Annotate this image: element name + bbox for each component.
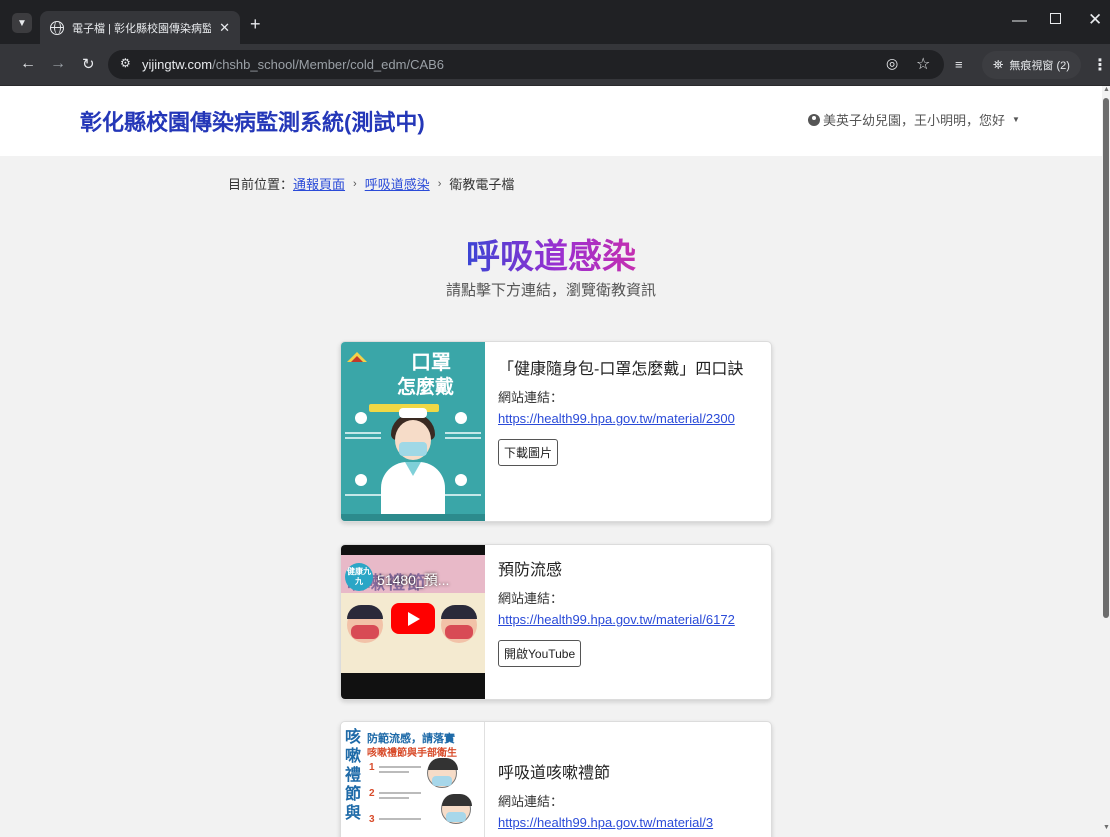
cough-etiquette-poster-image: 咳 嗽 禮 節 與 防範流感，請落實 咳嗽禮節與手部衛生 1 2 3	[341, 722, 485, 837]
globe-icon	[50, 20, 64, 35]
new-tab-icon[interactable]: +	[250, 14, 261, 35]
card-body: 預防流感 網站連結： https://health99.hpa.gov.tw/m…	[498, 561, 759, 667]
page-scrollbar[interactable]: ▲ ▼	[1102, 86, 1110, 837]
site-header: 彰化縣校園傳染病監測系統(測試中) 美英子幼兒園，王小明明，您好 ▼	[0, 86, 1102, 156]
card-link-label: 網站連結：	[498, 794, 564, 809]
chevron-right-icon: ›	[353, 177, 357, 190]
incognito-icon: ⛯	[993, 57, 1004, 72]
card-link[interactable]: https://health99.hpa.gov.tw/material/3	[498, 813, 759, 832]
health99-logo: 健康九九	[345, 563, 373, 591]
media-control-icon[interactable]: ≡	[955, 57, 963, 72]
user-menu[interactable]: 美英子幼兒園，王小明明，您好 ▼	[808, 110, 1020, 129]
reload-icon[interactable]: ↻	[82, 55, 95, 73]
window-close-icon[interactable]: ✕	[1088, 10, 1102, 30]
bookmark-star-icon[interactable]: ☆	[916, 54, 930, 74]
mask-poster-image: 口罩 怎麼戴	[341, 342, 485, 521]
user-greeting: 美英子幼兒園，王小明明，您好	[823, 113, 1006, 128]
card-link[interactable]: https://health99.hpa.gov.tw/material/617…	[498, 610, 759, 629]
site-title[interactable]: 彰化縣校園傳染病監測系統(測試中)	[80, 105, 425, 137]
card-body: 呼吸道咳嗽禮節 網站連結： https://health99.hpa.gov.t…	[498, 764, 759, 832]
poster-heading-2: 咳嗽禮節與手部衛生	[367, 748, 457, 759]
more-menu-icon[interactable]: ⋮	[1092, 55, 1108, 75]
scroll-down-icon[interactable]: ▼	[1103, 824, 1110, 831]
page-viewport: 彰化縣校園傳染病監測系統(測試中) 美英子幼兒園，王小明明，您好 ▼ 目前位置：…	[0, 86, 1102, 837]
tab-title: 電子檔 | 彰化縣校園傳染病監測	[72, 22, 212, 35]
download-image-button[interactable]: 下載圖片	[498, 439, 559, 466]
page-title: 呼吸道感染	[466, 238, 636, 276]
forward-arrow-icon[interactable]: →	[50, 55, 66, 73]
tab-close-icon[interactable]: ✕	[219, 20, 230, 36]
card-title: 呼吸道咳嗽禮節	[498, 765, 611, 782]
back-arrow-icon[interactable]: ←	[20, 55, 36, 73]
site-info-icon[interactable]: ⚙	[120, 56, 131, 70]
poster-heading-1: 口罩	[411, 352, 451, 374]
card-title: 預防流感	[498, 562, 563, 579]
breadcrumb-prefix: 目前位置：	[228, 177, 294, 192]
material-card: 口罩 怎麼戴 「健康隨身包-口罩怎麼戴」四口訣 網站連結： https://he	[340, 341, 772, 522]
video-title: 51480_預...	[377, 572, 450, 588]
breadcrumb-link-respiratory[interactable]: 呼吸道感染	[365, 174, 430, 193]
chevron-down-icon: ▼	[1012, 115, 1020, 124]
browser-toolbar: ← → ↻ ⚙ yijingtw.com/chshb_school/Member…	[0, 44, 1110, 86]
page-subtitle: 請點擊下方連結，瀏覽衛教資訊	[445, 282, 656, 299]
youtube-play-icon[interactable]	[391, 603, 435, 634]
incognito-badge[interactable]: ⛯ 無痕視窗 (2)	[982, 51, 1081, 79]
browser-tab[interactable]: 電子檔 | 彰化縣校園傳染病監測 ✕	[40, 11, 240, 44]
breadcrumb: 目前位置： 通報頁面 › 呼吸道感染 › 衛教電子檔	[228, 174, 514, 193]
breadcrumb-current: 衛教電子檔	[449, 177, 515, 192]
user-circle-icon	[808, 113, 820, 126]
minimize-icon[interactable]: —	[1012, 12, 1027, 29]
youtube-thumbnail[interactable]: 咳嗽禮節 健康九九 51480_預...	[341, 545, 485, 699]
scroll-up-icon[interactable]: ▲	[1103, 86, 1110, 93]
browser-tab-bar: ▼ 電子檔 | 彰化縣校園傳染病監測 ✕ + — ✕	[0, 0, 1110, 44]
eye-off-icon[interactable]: ◎	[886, 55, 898, 72]
scrollbar-thumb[interactable]	[1103, 98, 1109, 618]
emblem-icon	[347, 352, 367, 362]
open-youtube-button[interactable]: 開啟YouTube	[498, 640, 582, 667]
material-card: 咳嗽禮節 健康九九 51480_預... 預防流感 網站連結： https://…	[340, 544, 772, 700]
breadcrumb-link-report[interactable]: 通報頁面	[293, 174, 345, 193]
url-text[interactable]: yijingtw.com/chshb_school/Member/cold_ed…	[142, 57, 444, 72]
incognito-label: 無痕視窗 (2)	[1009, 60, 1070, 72]
card-link-label: 網站連結：	[498, 591, 564, 606]
card-title: 「健康隨身包-口罩怎麼戴」四口訣	[498, 361, 744, 378]
card-body: 「健康隨身包-口罩怎麼戴」四口訣 網站連結： https://health99.…	[498, 360, 759, 466]
maximize-icon[interactable]	[1050, 13, 1061, 24]
address-bar[interactable]: ⚙ yijingtw.com/chshb_school/Member/cold_…	[108, 50, 944, 79]
tab-search-icon[interactable]: ▼	[12, 13, 32, 33]
material-card: 咳 嗽 禮 節 與 防範流感，請落實 咳嗽禮節與手部衛生 1 2 3 呼吸道咳嗽…	[340, 721, 772, 837]
chevron-right-icon: ›	[437, 177, 442, 190]
card-link[interactable]: https://health99.hpa.gov.tw/material/230…	[498, 409, 759, 428]
poster-heading-2: 怎麼戴	[397, 377, 455, 398]
card-link-label: 網站連結：	[498, 390, 564, 405]
